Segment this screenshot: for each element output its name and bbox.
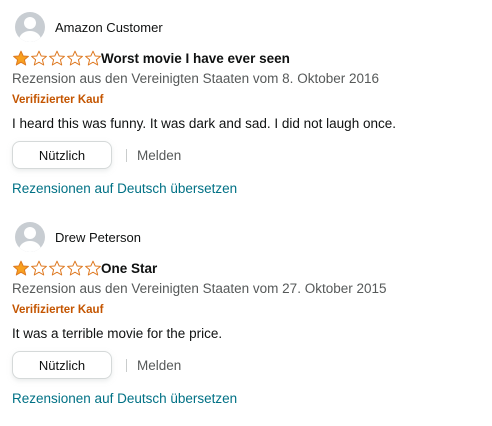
helpful-button[interactable]: Nützlich [12,351,112,379]
star-empty-icon [31,260,47,276]
reviewer-name: Drew Peterson [55,230,141,245]
avatar [15,222,45,252]
translate-link[interactable]: Rezensionen auf Deutsch übersetzen [12,391,237,407]
reviewer-name: Amazon Customer [55,20,163,35]
star-filled-icon [13,50,29,66]
translate-link[interactable]: Rezensionen auf Deutsch übersetzen [12,181,237,197]
star-empty-icon [49,50,65,66]
star-empty-icon [85,50,101,66]
helpful-button[interactable]: Nützlich [12,141,112,169]
star-empty-icon [67,260,83,276]
star-empty-icon [67,50,83,66]
review-date: Rezension aus den Vereinigten Staaten vo… [12,71,379,86]
review-title[interactable]: One Star [101,261,157,277]
review-body: I heard this was funny. It was dark and … [12,116,396,131]
star-rating [12,260,102,276]
review-title[interactable]: Worst movie I have ever seen [101,51,290,67]
avatar [15,12,45,42]
star-empty-icon [31,50,47,66]
review-item: Amazon Customer Worst movie I have ever … [0,0,492,210]
report-link[interactable]: Melden [137,148,181,164]
star-empty-icon [49,260,65,276]
divider [126,359,127,372]
review-date: Rezension aus den Vereinigten Staaten vo… [12,281,387,296]
star-rating [12,50,102,66]
star-empty-icon [85,260,101,276]
review-item: Drew Peterson One Star Rezension aus den… [0,210,492,420]
divider [126,149,127,162]
verified-purchase-badge: Verifizierter Kauf [12,94,104,106]
report-link[interactable]: Melden [137,358,181,374]
verified-purchase-badge: Verifizierter Kauf [12,304,104,316]
star-filled-icon [13,260,29,276]
review-body: It was a terrible movie for the price. [12,326,223,341]
